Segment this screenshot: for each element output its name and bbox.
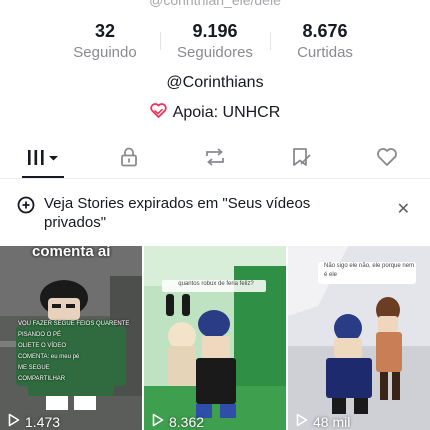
liked-icon [375, 146, 399, 173]
overlay-line: COMENTA: eu meu pé [18, 354, 80, 360]
following-label: Seguindo [73, 44, 137, 61]
stat-followers[interactable]: 9.196 Seguidores [160, 20, 270, 63]
view-count-text: 48 mil [313, 413, 351, 430]
heart-hands-icon [150, 103, 167, 123]
tab-private[interactable] [86, 140, 172, 178]
view-count-text: 8.362 [169, 413, 205, 430]
likes-count: 8.676 [302, 21, 348, 41]
video-caption: comenta aí [32, 246, 111, 260]
profile-tabs [0, 140, 430, 178]
stat-following[interactable]: 32 Seguindo [50, 20, 160, 63]
play-icon [152, 413, 164, 430]
video-thumbnail[interactable]: Não sigo ele não, ele porque nem é ele 4… [288, 246, 430, 430]
likes-label: Curtidas [297, 44, 353, 61]
tab-videos[interactable] [0, 140, 86, 178]
profile-stats: 32 Seguindo 9.196 Seguidores 8.676 Curti… [50, 20, 380, 63]
tab-favorites[interactable] [258, 140, 344, 178]
stat-likes[interactable]: 8.676 Curtidas [270, 20, 380, 63]
tab-reposts[interactable] [172, 140, 258, 178]
overlay-line: VOU FAZER SEGUE FEIOS QUARENTE [18, 321, 130, 327]
view-count: 1.473 [8, 413, 60, 430]
tabs-divider [0, 178, 430, 179]
chat-bubble: Não sigo ele não, ele porque nem é ele [324, 263, 415, 278]
repost-icon [203, 146, 227, 173]
overlay-line: COMPARTILHAR [18, 376, 66, 382]
overlay-line: ME SEGUE [18, 365, 50, 371]
following-count: 32 [94, 21, 116, 41]
video-thumbnail[interactable]: comenta aí VOU FAZER SEGUE FEIOS QUARENT… [0, 246, 142, 430]
lock-icon [118, 146, 140, 173]
notice-text: Veja Stories expirados em "Seus vídeos p… [44, 195, 311, 231]
view-count-text: 1.473 [25, 413, 61, 430]
bookmark-icon [289, 146, 313, 173]
video-grid: comenta aí VOU FAZER SEGUE FEIOS QUARENT… [0, 246, 430, 430]
overlay-line: OLIETE O VÍDEO [18, 343, 67, 349]
play-icon [296, 413, 308, 430]
video-thumbnail[interactable]: quantos robux de feria feliz? 8.362 [144, 246, 286, 430]
bio-mention-link[interactable]: @Corinthians [0, 74, 430, 92]
video-preview-image [144, 246, 286, 430]
view-count: 48 mil [296, 413, 350, 430]
support-text: Apoia: UNHCR [172, 104, 281, 121]
support-cause-link[interactable]: Apoia: UNHCR [0, 103, 430, 123]
add-story-icon [17, 196, 35, 219]
profile-handle: @corinthian_ele/dele [149, 0, 281, 8]
close-icon[interactable]: ✕ [397, 199, 410, 219]
overlay-line: PISANDO O PÉ [18, 332, 62, 338]
stories-notice-banner[interactable]: Veja Stories expirados em "Seus vídeos p… [0, 190, 430, 238]
chat-bubble: quantos robux de feria feliz? [178, 281, 254, 287]
view-count: 8.362 [152, 413, 204, 430]
followers-label: Seguidores [177, 44, 253, 61]
tab-liked[interactable] [344, 140, 430, 178]
video-overlay-text: VOU FAZER SEGUE FEIOS QUARENTE PISANDO O… [18, 319, 129, 385]
followers-count: 9.196 [192, 21, 238, 41]
play-icon [8, 413, 20, 430]
grid-icon [25, 147, 61, 172]
